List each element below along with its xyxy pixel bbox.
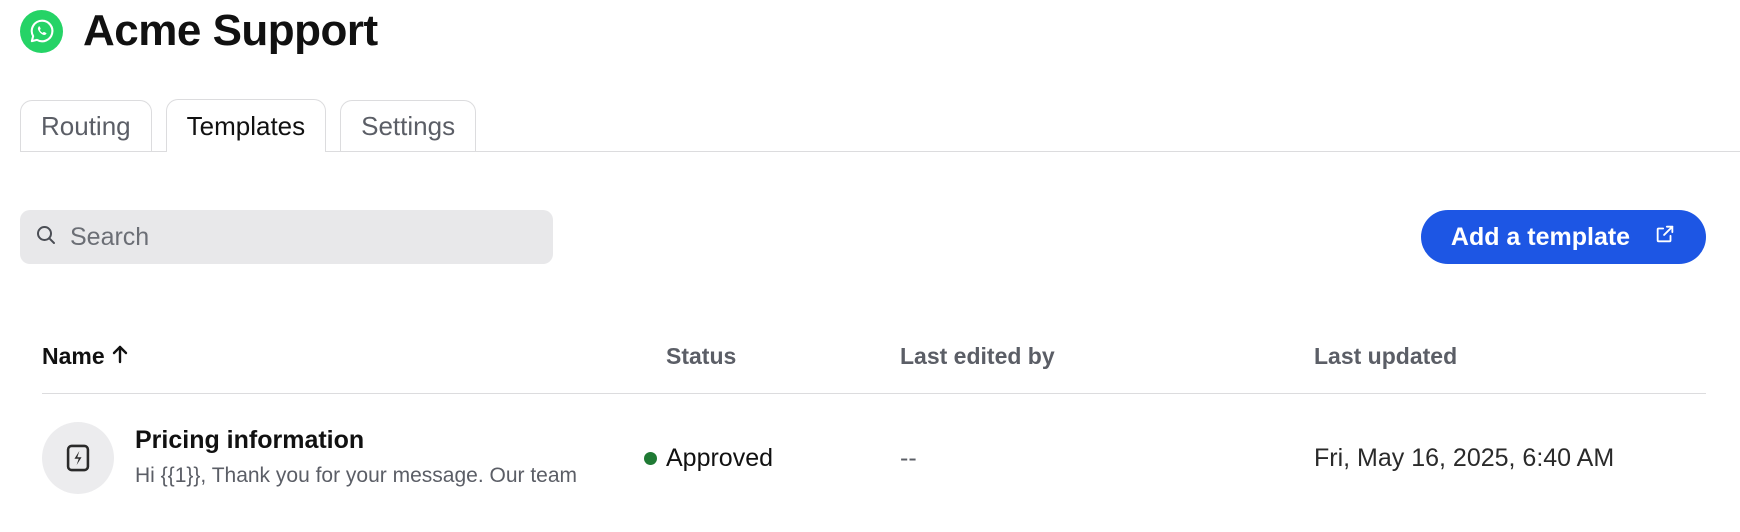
column-header-last-updated[interactable]: Last updated [1314,343,1457,370]
status-badge: Approved [644,444,773,473]
last-updated: Fri, May 16, 2025, 6:40 AM [1314,444,1615,472]
search-input[interactable] [70,222,510,252]
column-header-name[interactable]: Name [42,343,129,370]
external-link-icon [1654,223,1676,252]
add-template-label: Add a template [1450,222,1631,251]
page-title: Acme Support [83,6,378,55]
column-header-status[interactable]: Status [666,343,736,370]
tab-settings[interactable]: Settings [340,100,477,152]
tab-bar: Routing Templates Settings [20,99,477,152]
arrow-up-icon [111,343,129,370]
page-header: Acme Support [20,6,378,56]
template-preview: Hi {{1}}, Thank you for your message. Ou… [135,464,578,487]
column-header-name-label: Name [42,343,105,369]
table-row[interactable]: Pricing information Hi {{1}}, Thank you … [42,420,1706,496]
whatsapp-icon [20,9,63,53]
tab-routing[interactable]: Routing [20,100,152,152]
search-icon [34,223,58,252]
status-dot [644,452,657,465]
table-header-divider [42,393,1706,394]
last-edited-by: -- [900,444,917,472]
tab-templates[interactable]: Templates [165,99,327,152]
status-label: Approved [666,444,774,472]
template-name: Pricing information [135,426,365,454]
add-template-button[interactable]: Add a template [1421,210,1706,264]
column-header-last-edited-by[interactable]: Last edited by [900,343,1055,370]
lightning-document-icon [42,422,114,494]
table-header: Name Status Last edited by Last updated [42,343,1706,373]
search-bar[interactable] [20,210,553,264]
